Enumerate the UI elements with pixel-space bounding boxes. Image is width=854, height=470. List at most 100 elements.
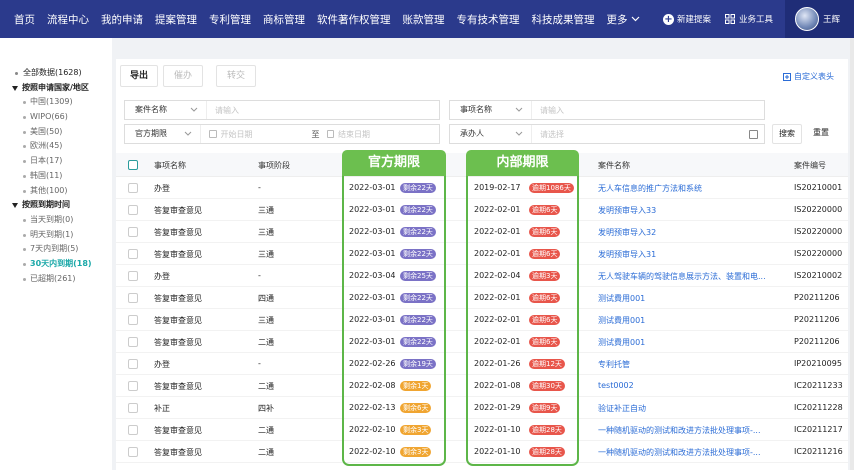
- row-item-name: 答复审查意见: [154, 228, 202, 237]
- matter-name-input[interactable]: [207, 105, 439, 115]
- row-case-name-link[interactable]: 发明预审导入33: [598, 205, 776, 216]
- tree-overdue[interactable]: 已超期(261): [0, 272, 112, 287]
- chevron-down-icon: [515, 131, 523, 136]
- row-case-name-link[interactable]: 无人车信息的推广方法和系统: [598, 183, 776, 194]
- nav-trademark-mgmt[interactable]: 商标管理: [257, 12, 311, 27]
- handler-select[interactable]: 承办人: [450, 125, 532, 143]
- nav-accounts-mgmt[interactable]: 账款管理: [397, 12, 451, 27]
- nav-proposal-mgmt[interactable]: 提案管理: [149, 12, 203, 27]
- row-item-name: 答复审查意见: [154, 426, 202, 435]
- user-menu[interactable]: 王辉: [784, 0, 854, 38]
- tree-group-due[interactable]: 按照到期时间: [0, 198, 112, 213]
- bullet-icon: [15, 72, 18, 75]
- handler-input[interactable]: [532, 129, 749, 139]
- caret-down-icon[interactable]: [12, 85, 18, 91]
- row-item-name: 答复审查意见: [154, 448, 202, 457]
- page-scrollbar[interactable]: [850, 38, 854, 470]
- bullet-icon: [23, 130, 26, 134]
- row-checkbox[interactable]: [128, 337, 138, 347]
- end-date-input[interactable]: [334, 129, 440, 139]
- row-case-name-link[interactable]: 发明预审导入31: [598, 249, 776, 260]
- row-checkbox[interactable]: [128, 447, 138, 457]
- row-case-name-link[interactable]: 一种随机驱动的测试和改进方法批处理事项-...: [598, 425, 776, 436]
- row-checkbox[interactable]: [128, 359, 138, 369]
- tree-group-country[interactable]: 按照申请国家/地区: [0, 81, 112, 96]
- nav-home[interactable]: 首页: [8, 12, 41, 27]
- row-checkbox[interactable]: [128, 227, 138, 237]
- row-case-name-link[interactable]: 一种随机驱动的测试和改进方法批处理事项-...: [598, 447, 776, 458]
- tree-country-japan[interactable]: 日本(17): [0, 154, 112, 169]
- custom-header-label: 自定义表头: [794, 72, 834, 81]
- header-case-name[interactable]: 案件名称: [598, 160, 776, 171]
- row-item-name: 办登: [154, 184, 170, 193]
- official-deadline-select[interactable]: 官方期限: [125, 125, 202, 143]
- nav-patent-mgmt[interactable]: 专利管理: [203, 12, 257, 27]
- nav-my-applications[interactable]: 我的申请: [95, 12, 149, 27]
- row-case-name-link[interactable]: 无人驾驶车辆的驾驶信息展示方法、装置和电...: [598, 271, 776, 282]
- custom-header-link[interactable]: 自定义表头: [783, 71, 834, 82]
- row-case-no: P20211206: [794, 337, 840, 346]
- row-case-name-link[interactable]: 发明预审导入32: [598, 227, 776, 238]
- row-case-name-link[interactable]: 测试費用001: [598, 337, 776, 348]
- tree-country-wipo[interactable]: WIPO(66): [0, 110, 112, 125]
- tree-country-us[interactable]: 美国(50): [0, 125, 112, 140]
- row-case-name-link[interactable]: test0002: [598, 381, 776, 390]
- avatar[interactable]: [794, 7, 819, 31]
- row-checkbox[interactable]: [128, 183, 138, 193]
- header-item-name[interactable]: 事项名称: [154, 160, 244, 171]
- bullet-icon: [23, 248, 26, 252]
- start-date-input[interactable]: [216, 129, 307, 139]
- new-case-button[interactable]: + 新建提案: [662, 13, 711, 25]
- nav-more[interactable]: 更多: [601, 12, 646, 27]
- export-button[interactable]: 导出: [120, 65, 158, 87]
- row-checkbox[interactable]: [128, 249, 138, 259]
- row-case-no: IS20210001: [794, 183, 843, 192]
- handler-filter: 承办人: [449, 124, 765, 144]
- row-checkbox[interactable]: [128, 293, 138, 303]
- sidebar-filter-tree: 全部数据(1628) 按照申请国家/地区 中国(1309) WIPO(66) 美…: [0, 38, 112, 470]
- row-checkbox[interactable]: [128, 403, 138, 413]
- nav-more-label: 更多: [606, 13, 628, 26]
- row-checkbox[interactable]: [128, 271, 138, 281]
- tree-due-30days[interactable]: 30天内到期(18): [0, 257, 112, 272]
- tree-country-china[interactable]: 中国(1309): [0, 95, 112, 110]
- row-case-name-link[interactable]: 测试費用001: [598, 293, 776, 304]
- tree-country-korea[interactable]: 韩国(11): [0, 169, 112, 184]
- matter-name-select[interactable]: 案件名称: [125, 101, 207, 119]
- row-checkbox[interactable]: [128, 381, 138, 391]
- biz-tools-button[interactable]: 业务工具: [724, 13, 773, 25]
- nav-process-center[interactable]: 流程中心: [41, 12, 95, 27]
- nav-software-copyright-mgmt[interactable]: 软件著作权管理: [311, 12, 397, 27]
- item-name-input[interactable]: [532, 105, 764, 115]
- bullet-icon: [23, 145, 26, 149]
- reset-button[interactable]: 重置: [806, 124, 836, 144]
- select-all-checkbox[interactable]: [128, 160, 138, 170]
- tree-all-data[interactable]: 全部数据(1628): [0, 66, 112, 81]
- row-item-stage: -: [258, 271, 261, 280]
- nav-tech-achievement-mgmt[interactable]: 科技成果管理: [526, 12, 601, 27]
- search-button[interactable]: 搜索: [772, 124, 802, 144]
- row-checkbox[interactable]: [128, 425, 138, 435]
- header-case-no[interactable]: 案件编号: [794, 160, 848, 171]
- tree-due-tomorrow[interactable]: 明天到期(1): [0, 228, 112, 243]
- item-name-filter: 事项名称: [449, 100, 765, 120]
- nav-know-how-mgmt[interactable]: 专有技术管理: [451, 12, 526, 27]
- row-checkbox[interactable]: [128, 205, 138, 215]
- tree-due-today[interactable]: 当天到期(0): [0, 213, 112, 228]
- tree-country-europe[interactable]: 欧洲(45): [0, 139, 112, 154]
- row-case-name-link[interactable]: 专利托管: [598, 359, 776, 370]
- urge-button[interactable]: 催办: [163, 65, 203, 87]
- internal-deadline-highlight: [466, 150, 579, 466]
- row-checkbox[interactable]: [128, 315, 138, 325]
- header-item-stage[interactable]: 事项阶段: [258, 160, 338, 171]
- tree-country-other[interactable]: 其他(100): [0, 184, 112, 199]
- row-item-name: 办登: [154, 272, 170, 281]
- select-person-icon[interactable]: [749, 129, 758, 139]
- tree-due-7days[interactable]: 7天内到期(5): [0, 242, 112, 257]
- transfer-button[interactable]: 转交: [216, 65, 256, 87]
- row-case-name-link[interactable]: 测试費用001: [598, 315, 776, 326]
- row-case-no: IS20220000: [794, 249, 843, 258]
- caret-down-icon[interactable]: [12, 203, 18, 209]
- item-name-select[interactable]: 事项名称: [450, 101, 532, 119]
- row-case-name-link[interactable]: 验证补正自动: [598, 403, 776, 414]
